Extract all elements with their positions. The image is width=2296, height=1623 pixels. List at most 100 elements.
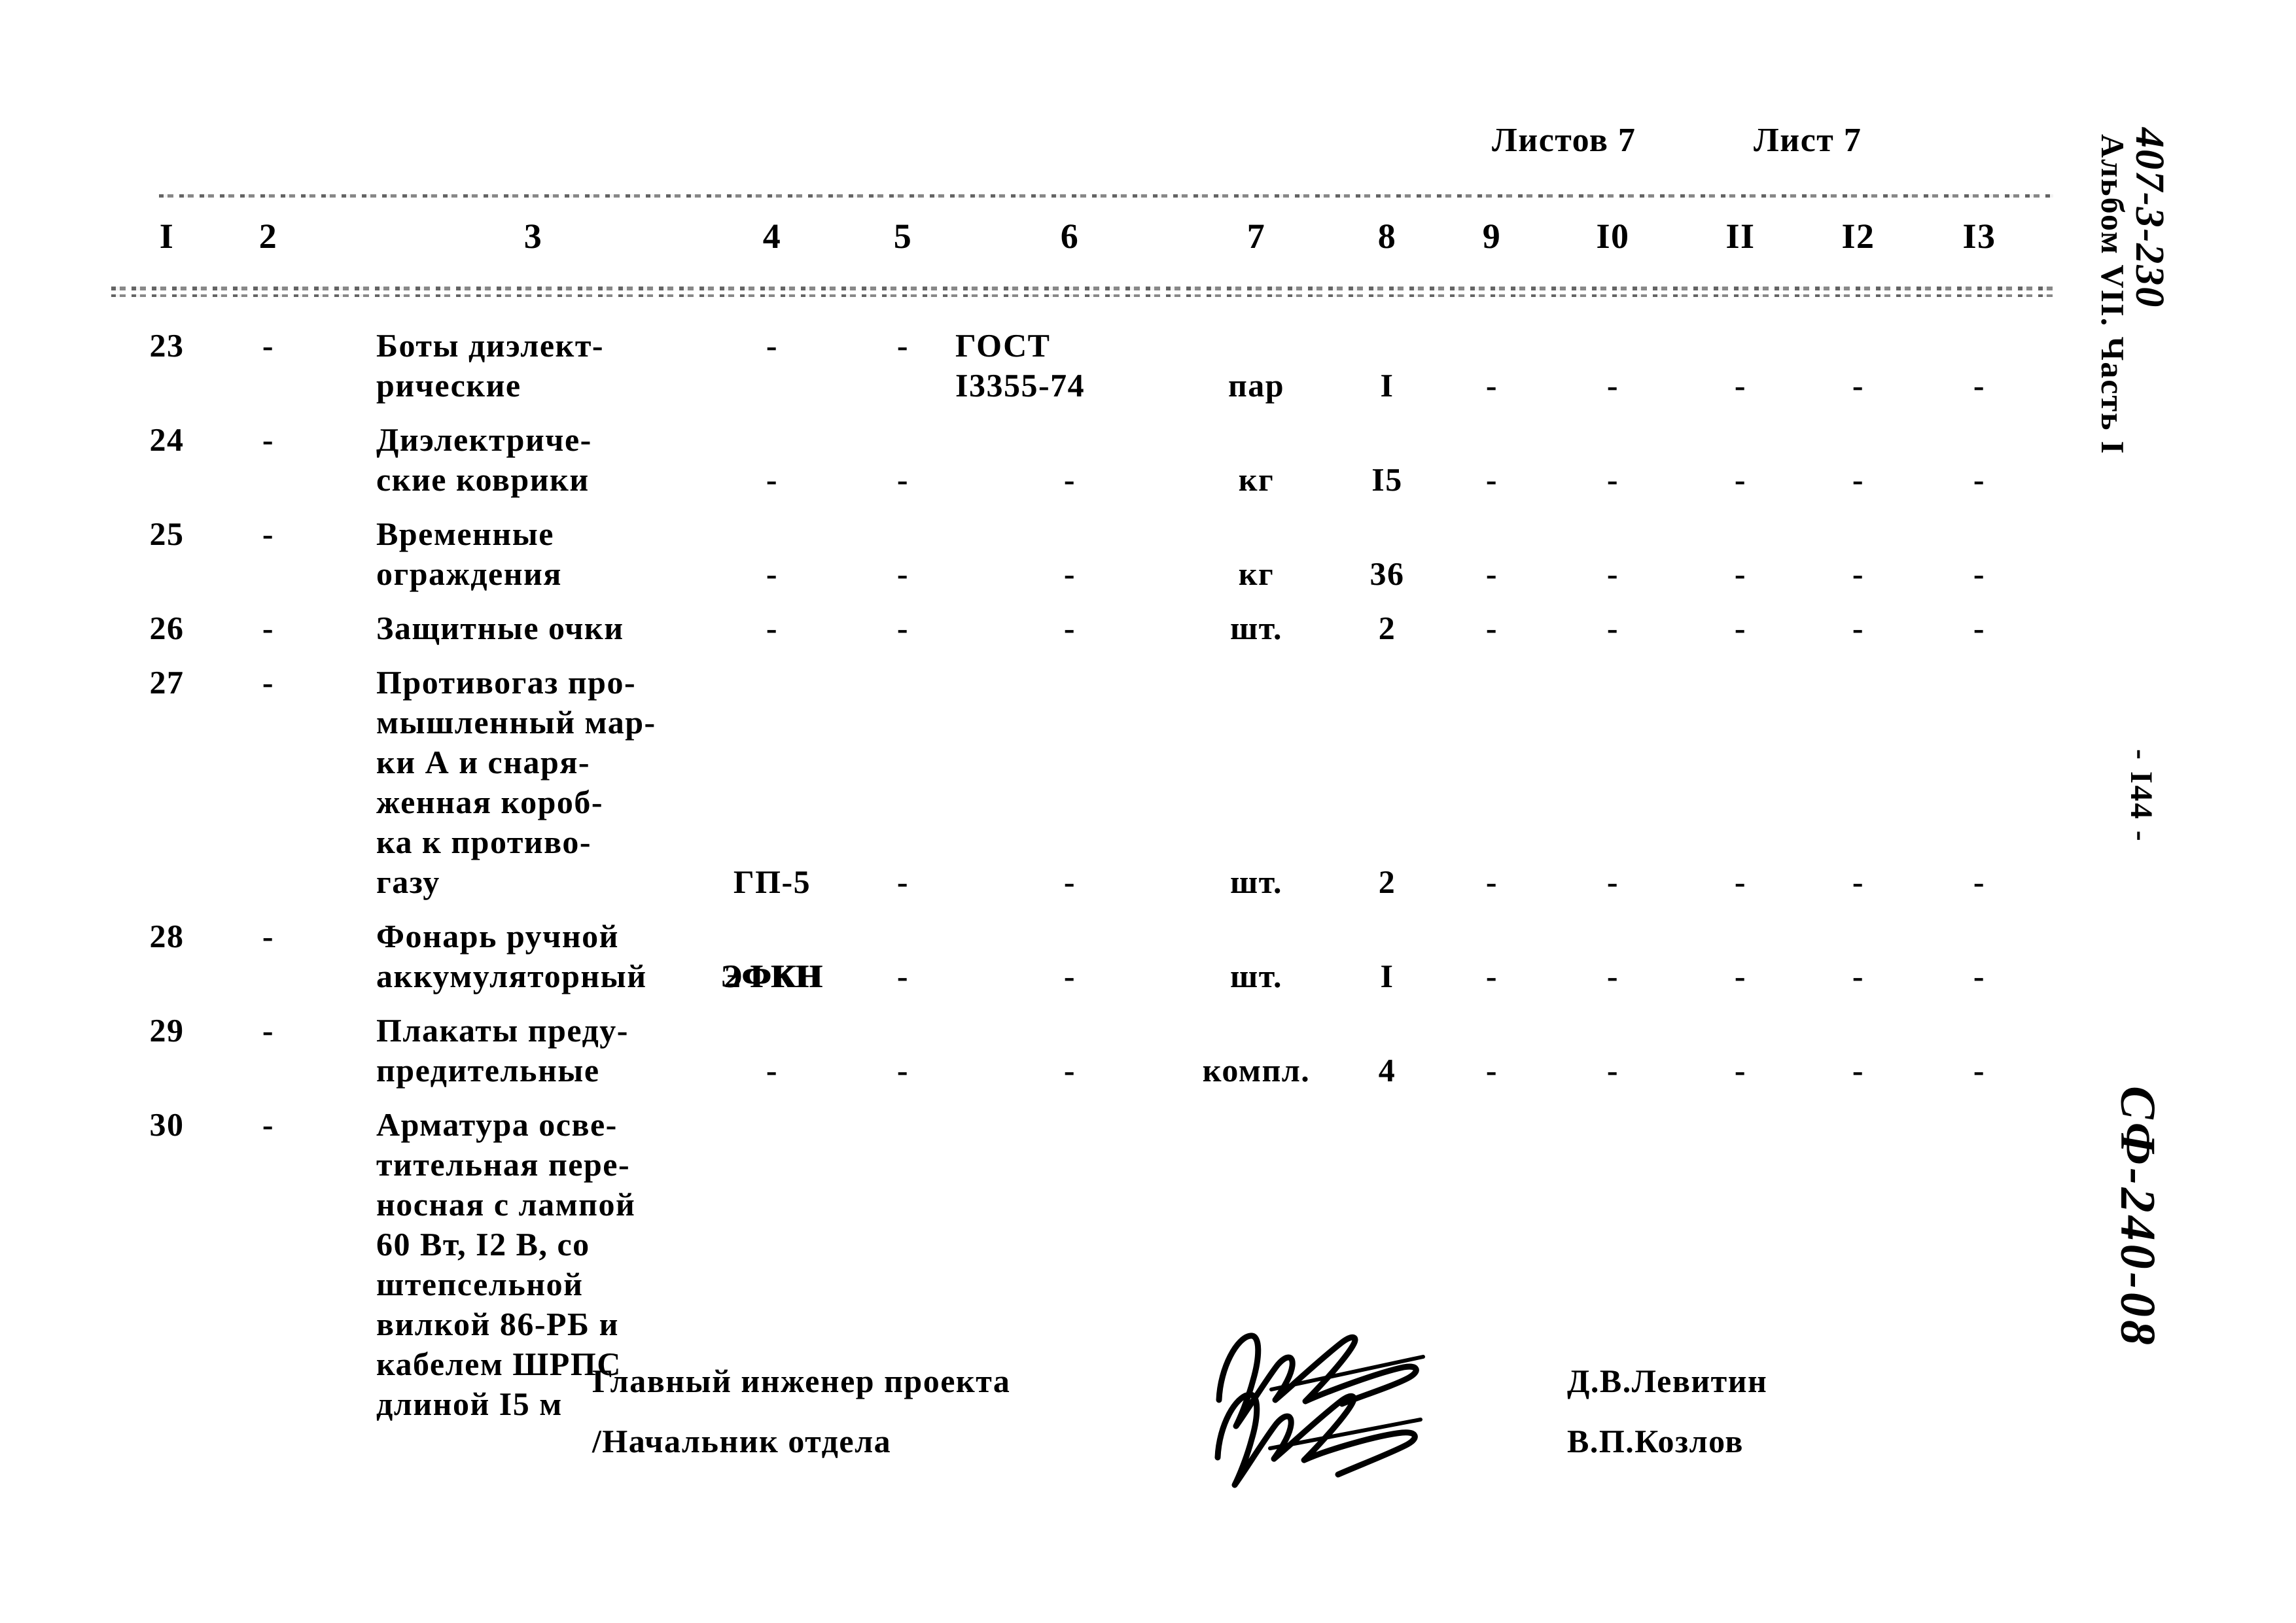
signatory-role-department-head: /Начальник отдела [592, 1423, 892, 1459]
row-col5-cell: - [896, 555, 910, 592]
row-index-cell: 27 [149, 664, 185, 701]
document-code-annotation: СФ-240-08 [2110, 1086, 2165, 1348]
total-sheets-label: Листов 7 [1492, 122, 1636, 159]
row-standard-cell: - [1063, 461, 1076, 498]
row-col4-cell: - [766, 555, 779, 592]
row-unit-cell: шт. [1229, 610, 1282, 646]
row-col12-cell: - [1852, 1052, 1865, 1089]
row-col10-cell: - [1606, 958, 1619, 994]
row-col13-cell: - [1973, 864, 1986, 900]
description-line: вилкой 86-РБ и [376, 1306, 619, 1342]
table-row: 26 - Защитные очки - - - шт. 2 - - - - - [0, 608, 2296, 648]
column-number-3: 3 [523, 217, 543, 256]
row-quantity-cell: I [1380, 367, 1394, 404]
description-line: тительная пере- [376, 1146, 631, 1183]
row-col10-cell: - [1606, 1052, 1619, 1089]
row-col13-cell: - [1973, 1052, 1986, 1089]
row-col11-cell: - [1734, 864, 1747, 900]
row-index-cell: 23 [149, 327, 185, 364]
description-line: Защитные очки [376, 610, 624, 646]
row-col10-cell: - [1606, 367, 1619, 404]
column-number-10: I0 [1596, 217, 1630, 256]
table-body: 23 - Боты диэлект-рические - - ГОСТ I3355-74 па… [0, 326, 2296, 1439]
page-number-annotation: - I44 - [2124, 749, 2159, 843]
row-col9-cell: - [1485, 958, 1498, 994]
column-number-6: 6 [1060, 217, 1080, 256]
row-quantity-cell: I [1380, 958, 1394, 994]
row-description-cell: Противогаз про-мышленный мар-ки А и снар… [376, 663, 690, 902]
row-standard-cell: - [1063, 610, 1076, 646]
row-col10-cell: - [1606, 864, 1619, 900]
row-col4-cell: - [766, 461, 779, 498]
row-quantity-cell: 2 [1378, 610, 1396, 646]
row-standard-cell: - [1063, 864, 1076, 900]
signatory-name-chief-engineer: Д.В.Левитин [1567, 1363, 1768, 1399]
description-line: Диэлектриче- [376, 421, 592, 458]
header-separator-rule-lower [111, 294, 2055, 297]
row-standard-cell: - [1063, 958, 1076, 994]
row-col5-cell: - [896, 1052, 910, 1089]
description-line: ка к противо- [376, 824, 592, 860]
row-description-cell: Боты диэлект-рические [376, 326, 690, 406]
row-unit-cell: шт. [1229, 864, 1282, 900]
row-col10-cell: - [1606, 461, 1619, 498]
row-index-cell: 30 [149, 1106, 185, 1143]
signature-mark-department-head [1214, 1391, 1422, 1488]
column-number-11: II [1725, 217, 1756, 256]
column-number-9: 9 [1482, 217, 1502, 256]
row-index-cell: 26 [149, 610, 185, 646]
row-unit-cell: компл. [1202, 1052, 1311, 1089]
row-col9-cell: - [1485, 1052, 1498, 1089]
description-line: рические [376, 367, 521, 404]
column-number-8: 8 [1377, 217, 1397, 256]
row-col4-cell: - [766, 1052, 779, 1089]
album-code-annotation: 407-3-230 [2127, 128, 2172, 309]
description-line: аккумуляторный [376, 958, 647, 994]
row-unit-cell: кг [1238, 461, 1275, 498]
table-row: 25 - Временные ограждения - - - кг 36 - - - - - [0, 514, 2296, 594]
row-standard-cell: ГОСТ I3355-74 [955, 326, 1184, 406]
row-col12-cell: - [1852, 367, 1865, 404]
description-line: мышленный мар- [376, 704, 656, 741]
column-number-12: I2 [1841, 217, 1875, 256]
album-part-annotation: Альбом VII. Часть I [2094, 134, 2131, 455]
row-index-cell: 28 [149, 918, 185, 954]
table-row: 29 - Плакаты преду-предительные - - - компл. 4 -… [0, 1011, 2296, 1091]
row-col5-cell: - [896, 610, 910, 646]
row-description-cell: Защитные очки [376, 608, 690, 648]
row-col12-cell: - [1852, 610, 1865, 646]
description-line: женная короб- [376, 784, 604, 820]
row-col4-cell: - [766, 327, 779, 364]
row-col13-cell: - [1973, 610, 1986, 646]
description-line: ки А и снаря- [376, 744, 591, 780]
column-number-1: I [159, 217, 175, 256]
row-col13-cell: - [1973, 461, 1986, 498]
row-description-cell: Фонарь ручной аккумуляторный [376, 916, 690, 996]
row-col5-cell: - [896, 461, 910, 498]
description-line: Противогаз про- [376, 664, 637, 701]
table-top-rule [159, 194, 2053, 198]
description-line: Плакаты преду- [376, 1012, 629, 1049]
row-col11-cell: - [1734, 367, 1747, 404]
table-row: 24 - Диэлектриче-ские коврики - - - кг I5 - - - - - [0, 420, 2296, 500]
description-line: Арматура осве- [376, 1106, 618, 1143]
row-quantity-cell: 36 [1369, 555, 1405, 592]
row-quantity-cell: I5 [1371, 461, 1403, 498]
row-index-cell: 25 [149, 515, 185, 552]
row-col10-cell: - [1606, 610, 1619, 646]
row-standard-cell: - [1063, 555, 1076, 592]
row-col2-cell: - [262, 918, 275, 954]
row-col11-cell: - [1734, 1052, 1747, 1089]
table-row: 28 - Фонарь ручной аккумуляторный ЭФКН 2ФКН - -… [0, 916, 2296, 996]
current-sheet-label: Лист 7 [1754, 122, 1862, 159]
row-col2-cell: - [262, 1012, 275, 1049]
sheet-header: Листов 7 Лист 7 [1492, 122, 1950, 167]
row-col11-cell: - [1734, 555, 1747, 592]
overstrike-layer-b: 2ФКН [724, 958, 822, 994]
row-col4-cell: - [766, 610, 779, 646]
column-number-2: 2 [258, 217, 278, 256]
column-number-13: I3 [1962, 217, 1996, 256]
table-row: 23 - Боты диэлект-рические - - ГОСТ I3355-74 па… [0, 326, 2296, 406]
row-quantity-cell: 4 [1378, 1052, 1396, 1089]
row-col12-cell: - [1852, 958, 1865, 994]
